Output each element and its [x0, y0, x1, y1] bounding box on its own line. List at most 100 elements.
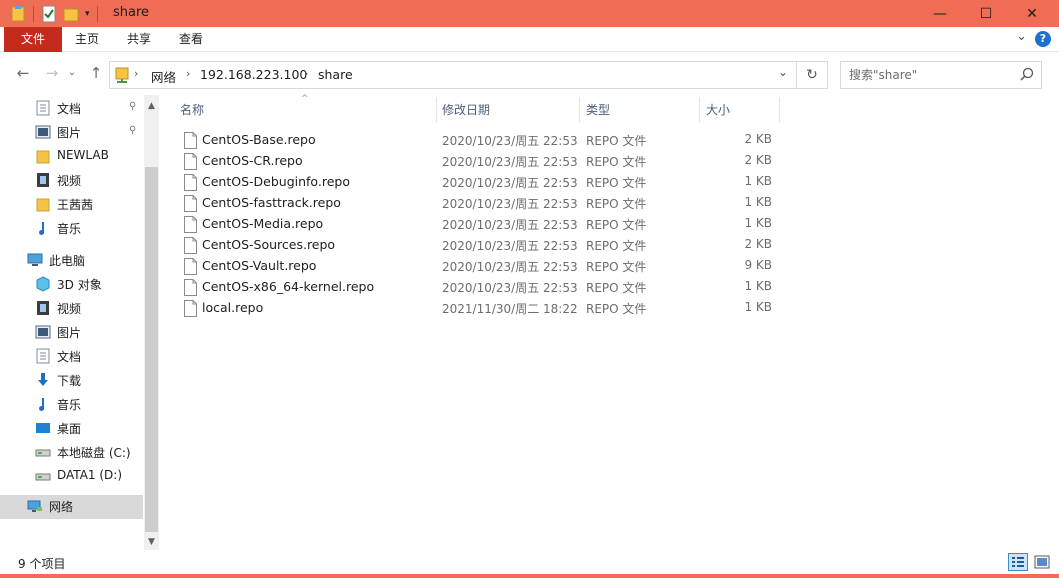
details-view-icon[interactable] — [1008, 553, 1028, 571]
file-icon — [184, 216, 197, 233]
file-size: 1 KB — [744, 300, 772, 314]
sidebar-item[interactable]: 网络 — [0, 495, 143, 519]
customize-toolbar-icon[interactable]: ▾ — [85, 9, 90, 19]
file-type: REPO 文件 — [586, 134, 647, 148]
sidebar-item[interactable]: DATA1 (D:) — [0, 465, 143, 487]
file-date: 2020/10/23/周五 22:53 — [442, 281, 578, 295]
sidebar-item[interactable]: 3D 对象 — [0, 273, 143, 295]
tab-file[interactable]: 文件 — [4, 27, 62, 52]
sidebar-item-label: 文档 — [57, 102, 82, 116]
sidebar-item[interactable]: 图片 ⚲ — [0, 121, 143, 143]
file-name[interactable]: CentOS-Vault.repo — [202, 258, 316, 273]
forward-button[interactable]: → — [43, 64, 61, 82]
column-divider[interactable] — [436, 97, 437, 123]
properties-icon[interactable] — [41, 5, 57, 23]
expand-ribbon-icon[interactable]: ⌄ — [1016, 29, 1027, 44]
quick-access-toolbar: ▾ — [10, 4, 105, 24]
breadcrumb-separator: › — [134, 67, 139, 80]
column-header-date[interactable]: 修改日期 — [442, 95, 577, 125]
scroll-down-button[interactable]: ▼ — [144, 535, 159, 550]
column-header-type[interactable]: 类型 — [586, 95, 698, 125]
sidebar-item-label: 音乐 — [57, 398, 82, 412]
search-icon[interactable] — [1020, 67, 1034, 81]
title-bar: ▾ share — ☐ ✕ — [0, 0, 1059, 27]
address-bar[interactable]: › 网络 › 192.168.223.100 › share ⌄ — [109, 61, 797, 89]
address-history-dropdown[interactable]: ⌄ — [778, 65, 788, 79]
column-divider[interactable] — [579, 97, 580, 123]
file-name[interactable]: CentOS-Debuginfo.repo — [202, 174, 350, 189]
file-row[interactable]: CentOS-Debuginfo.repo 2020/10/23/周五 22:53… — [180, 172, 780, 193]
file-row[interactable]: CentOS-CR.repo 2020/10/23/周五 22:53 REPO 文件… — [180, 151, 780, 172]
sidebar-item[interactable]: 桌面 — [0, 417, 143, 439]
file-type: REPO 文件 — [586, 197, 647, 211]
file-row[interactable]: CentOS-Base.repo 2020/10/23/周五 22:53 REPO … — [180, 130, 780, 151]
drive-icon — [35, 473, 51, 481]
sidebar-item[interactable]: 视频 — [0, 297, 143, 319]
help-icon[interactable]: ? — [1035, 31, 1051, 47]
column-divider[interactable] — [699, 97, 700, 123]
large-icons-view-icon[interactable] — [1032, 553, 1052, 571]
column-header-name[interactable]: 名称 — [180, 95, 435, 125]
column-divider[interactable] — [779, 97, 780, 123]
column-header-size[interactable]: 大小 — [706, 95, 778, 125]
drive-icon — [35, 449, 51, 457]
refresh-button[interactable]: ↻ — [797, 61, 828, 89]
tab-share[interactable]: 共享 — [116, 27, 162, 52]
tab-view[interactable]: 查看 — [168, 27, 214, 52]
videos-icon — [37, 301, 49, 315]
file-row[interactable]: CentOS-Media.repo 2020/10/23/周五 22:53 REPO… — [180, 214, 780, 235]
sidebar-item[interactable]: 文档 ⚲ — [0, 97, 143, 119]
sidebar-item[interactable]: 此电脑 — [0, 249, 143, 271]
breadcrumb-share[interactable]: share — [318, 67, 353, 82]
recent-locations-button[interactable]: ⌄ — [63, 64, 81, 82]
new-folder-icon[interactable] — [63, 5, 79, 23]
sidebar-item[interactable]: 下载 — [0, 369, 143, 391]
file-row[interactable]: CentOS-x86_64-kernel.repo 2020/10/23/周五 2… — [180, 277, 780, 298]
maximize-button[interactable]: ☐ — [963, 0, 1009, 27]
file-row[interactable]: CentOS-Vault.repo 2020/10/23/周五 22:53 REPO… — [180, 256, 780, 277]
sidebar-item[interactable]: 本地磁盘 (C:) — [0, 441, 143, 463]
sidebar-item-label: 视频 — [57, 302, 82, 316]
file-type: REPO 文件 — [586, 302, 647, 316]
file-name[interactable]: CentOS-Sources.repo — [202, 237, 335, 252]
file-icon — [184, 153, 197, 170]
file-date: 2020/10/23/周五 22:53 — [442, 239, 578, 253]
3d-objects-icon — [36, 276, 50, 292]
sidebar-item[interactable]: 音乐 — [0, 217, 143, 239]
file-name[interactable]: local.repo — [202, 300, 263, 315]
sidebar-item[interactable]: 文档 — [0, 345, 143, 367]
scrollbar-thumb[interactable] — [145, 167, 158, 532]
pin-icon[interactable]: ⚲ — [129, 101, 139, 113]
up-button[interactable]: ↑ — [87, 64, 105, 82]
tab-home[interactable]: 主页 — [64, 27, 110, 52]
back-button[interactable]: ← — [14, 64, 32, 82]
network-folder-icon — [115, 67, 129, 83]
sidebar-item[interactable]: 图片 — [0, 321, 143, 343]
status-bar: 9 个项目 — [0, 550, 1059, 574]
file-name[interactable]: CentOS-fasttrack.repo — [202, 195, 341, 210]
scroll-up-button[interactable]: ▲ — [144, 99, 159, 114]
file-row[interactable]: CentOS-Sources.repo 2020/10/23/周五 22:53 RE… — [180, 235, 780, 256]
breadcrumb-network[interactable]: 网络 — [151, 67, 176, 86]
pin-icon[interactable]: ⚲ — [129, 125, 139, 137]
file-name[interactable]: CentOS-x86_64-kernel.repo — [202, 279, 374, 294]
file-size: 2 KB — [744, 153, 772, 167]
sidebar-item[interactable]: NEWLAB — [0, 145, 143, 167]
file-name[interactable]: CentOS-Media.repo — [202, 216, 323, 231]
file-name[interactable]: CentOS-CR.repo — [202, 153, 303, 168]
close-button[interactable]: ✕ — [1009, 0, 1055, 27]
sidebar-item[interactable]: 王茜茜 — [0, 193, 143, 215]
search-input[interactable] — [849, 66, 1019, 84]
breadcrumb-host[interactable]: 192.168.223.100 — [200, 67, 307, 82]
file-row[interactable]: CentOS-fasttrack.repo 2020/10/23/周五 22:53… — [180, 193, 780, 214]
file-name[interactable]: CentOS-Base.repo — [202, 132, 316, 147]
file-row[interactable]: local.repo 2021/11/30/周二 18:22 REPO 文件 1 KB — [180, 298, 780, 319]
minimize-button[interactable]: — — [917, 0, 963, 27]
sidebar-item-label: 图片 — [57, 126, 82, 140]
sidebar-item[interactable]: 音乐 — [0, 393, 143, 415]
sidebar-scrollbar[interactable]: ▲ ▼ — [144, 95, 159, 550]
sidebar-item-label: DATA1 (D:) — [57, 468, 123, 482]
search-box[interactable] — [840, 61, 1042, 89]
sidebar-item[interactable]: 视频 — [0, 169, 143, 191]
file-date: 2020/10/23/周五 22:53 — [442, 176, 578, 190]
